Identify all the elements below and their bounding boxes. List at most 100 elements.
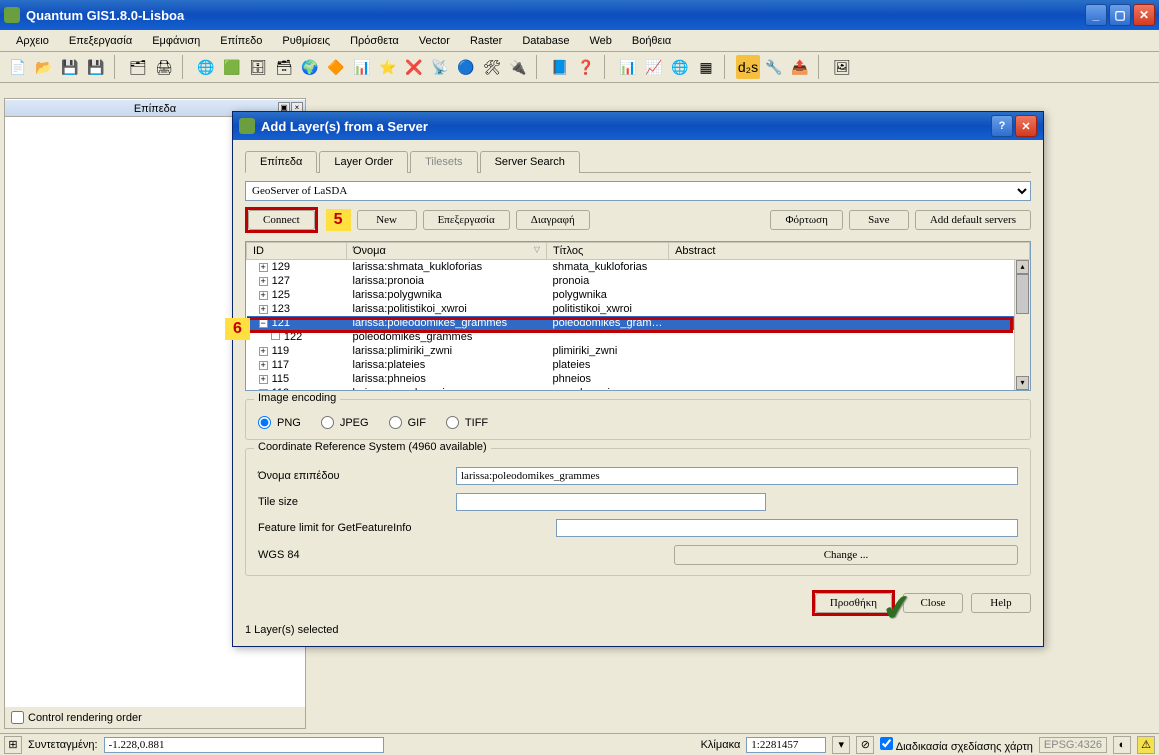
add-gps-icon[interactable]: 📡 [428, 55, 452, 79]
new-button[interactable]: New [357, 210, 417, 230]
server-dropdown[interactable]: GeoServer of LaSDA [245, 181, 1031, 201]
feature-limit-input[interactable] [556, 519, 1018, 537]
scroll-up-icon[interactable]: ▴ [1016, 260, 1029, 274]
menu-file[interactable]: Αρχειο [6, 32, 59, 50]
render-order-checkbox[interactable] [11, 711, 24, 724]
expand-icon[interactable] [271, 331, 280, 340]
render-checkbox[interactable] [880, 737, 893, 750]
table-scrollbar[interactable]: ▴ ▾ [1014, 260, 1030, 390]
th-name[interactable]: Όνομα▽ [347, 243, 547, 260]
new-shapefile-icon[interactable]: ⭐ [376, 55, 400, 79]
histogram-icon[interactable]: 📊 [616, 55, 640, 79]
expand-icon[interactable]: + [259, 361, 268, 370]
menu-edit[interactable]: Επεξεργασία [59, 32, 142, 50]
add-default-servers-button[interactable]: Add default servers [915, 210, 1031, 230]
expand-icon[interactable]: − [259, 319, 268, 328]
epsg-display[interactable]: EPSG:4326 [1039, 737, 1107, 753]
help-icon[interactable]: ❓ [574, 55, 598, 79]
table-row[interactable]: +123larissa:politistikoi_xwroipolitistik… [247, 302, 1030, 316]
close-dialog-button[interactable]: Close [903, 593, 963, 613]
th-abstract[interactable]: Abstract [669, 243, 1030, 260]
minimize-button[interactable]: _ [1085, 4, 1107, 26]
toggle-extents-icon[interactable]: ⊞ [4, 736, 22, 754]
table-row[interactable]: +115larissa:phneiosphneios [247, 372, 1030, 386]
tile-size-input[interactable] [456, 493, 766, 511]
add-spatialite-icon[interactable]: 🗃 [272, 55, 296, 79]
dialog-help-button[interactable]: ? [991, 115, 1013, 137]
add-wms-icon[interactable]: 🌍 [298, 55, 322, 79]
messages-icon[interactable]: ⚠ [1137, 736, 1155, 754]
open-project-icon[interactable]: 📂 [32, 55, 56, 79]
table-row[interactable]: +117larissa:plateiesplateies [247, 358, 1030, 372]
tab-tilesets[interactable]: Tilesets [410, 151, 478, 173]
scale-input[interactable] [746, 737, 826, 753]
load-button[interactable]: Φόρτωση [770, 210, 842, 230]
encoding-jpeg[interactable]: JPEG [321, 416, 369, 429]
add-raster-icon[interactable]: 🟩 [220, 55, 244, 79]
save-button[interactable]: Save [849, 210, 909, 230]
export-icon[interactable]: 📤 [788, 55, 812, 79]
expand-icon[interactable]: + [259, 291, 268, 300]
png-radio[interactable] [258, 416, 271, 429]
plugin-icon[interactable]: 🔌 [506, 55, 530, 79]
d2s-icon[interactable]: d₂s [736, 55, 760, 79]
save-as-icon[interactable]: 💾 [84, 55, 108, 79]
stop-render-icon[interactable]: ⊘ [856, 736, 874, 754]
menu-help[interactable]: Βοήθεια [622, 32, 681, 50]
table-row[interactable]: +119larissa:plimiriki_zwniplimiriki_zwni [247, 344, 1030, 358]
grid-icon[interactable]: ▦ [694, 55, 718, 79]
expand-icon[interactable]: + [259, 277, 268, 286]
add-vector-icon[interactable]: 🌐 [194, 55, 218, 79]
scroll-down-icon[interactable]: ▾ [1016, 376, 1029, 390]
table-row[interactable]: 122poleodomikes_grammes [247, 330, 1030, 344]
add-button[interactable]: Προσθήκη [815, 593, 892, 613]
tab-layers[interactable]: Επίπεδα [245, 151, 317, 173]
add-wfs-icon[interactable]: 🔶 [324, 55, 348, 79]
save-icon[interactable]: 💾 [58, 55, 82, 79]
expand-icon[interactable]: + [259, 347, 268, 356]
crs-status-icon[interactable]: ◐ [1113, 736, 1131, 754]
table-row[interactable]: −121larissa:poleodomikes_grammespoleodom… [247, 316, 1030, 330]
remove-layer-icon[interactable]: ❌ [402, 55, 426, 79]
add-oracle-icon[interactable]: 🔵 [454, 55, 478, 79]
menu-layer[interactable]: Επίπεδο [210, 32, 272, 50]
encoding-png[interactable]: PNG [258, 416, 301, 429]
edit-button[interactable]: Επεξεργασία [423, 210, 510, 230]
help-dialog-button[interactable]: Help [971, 593, 1031, 613]
expand-icon[interactable]: + [259, 305, 268, 314]
print-icon[interactable]: 🖨 [152, 55, 176, 79]
add-csv-icon[interactable]: 📊 [350, 55, 374, 79]
composer-icon[interactable]: 🗂 [126, 55, 150, 79]
table-row[interactable]: +129larissa:shmata_kuklofοriasshmata_kuk… [247, 260, 1030, 274]
close-button[interactable]: ✕ [1133, 4, 1155, 26]
encoding-gif[interactable]: GIF [389, 416, 426, 429]
table-row[interactable]: +125larissa:polygwnikapolygwnika [247, 288, 1030, 302]
image-icon[interactable]: 🖼 [830, 55, 854, 79]
gif-radio[interactable] [389, 416, 402, 429]
encoding-tiff[interactable]: TIFF [446, 416, 488, 429]
stretch-icon[interactable]: 📈 [642, 55, 666, 79]
maximize-button[interactable]: ▢ [1109, 4, 1131, 26]
coord-input[interactable] [104, 737, 384, 753]
table-row[interactable]: +113larissa:pezodromoipezodromoi [247, 386, 1030, 392]
th-title[interactable]: Τίτλος [547, 243, 669, 260]
expand-icon[interactable]: + [259, 389, 268, 392]
change-crs-button[interactable]: Change ... [674, 545, 1018, 565]
tab-layer-order[interactable]: Layer Order [319, 151, 408, 173]
expand-icon[interactable]: + [259, 263, 268, 272]
dialog-close-button[interactable]: ✕ [1015, 115, 1037, 137]
tiff-radio[interactable] [446, 416, 459, 429]
menu-raster[interactable]: Raster [460, 32, 512, 50]
connect-button[interactable]: Connect [248, 210, 315, 230]
layer-name-input[interactable] [456, 467, 1018, 485]
add-postgis-icon[interactable]: 🗄 [246, 55, 270, 79]
manage-icon[interactable]: 🛠 [480, 55, 504, 79]
menu-vector[interactable]: Vector [409, 32, 460, 50]
th-id[interactable]: ID [247, 243, 347, 260]
render-checkbox-label[interactable]: Διαδικασία σχεδίασης χάρτη [880, 737, 1033, 753]
globe-icon[interactable]: 🌐 [668, 55, 692, 79]
menu-settings[interactable]: Ρυθμίσεις [272, 32, 340, 50]
scale-lock-icon[interactable]: ▾ [832, 736, 850, 754]
scroll-thumb[interactable] [1016, 274, 1029, 314]
menu-view[interactable]: Εμφάνιση [142, 32, 210, 50]
